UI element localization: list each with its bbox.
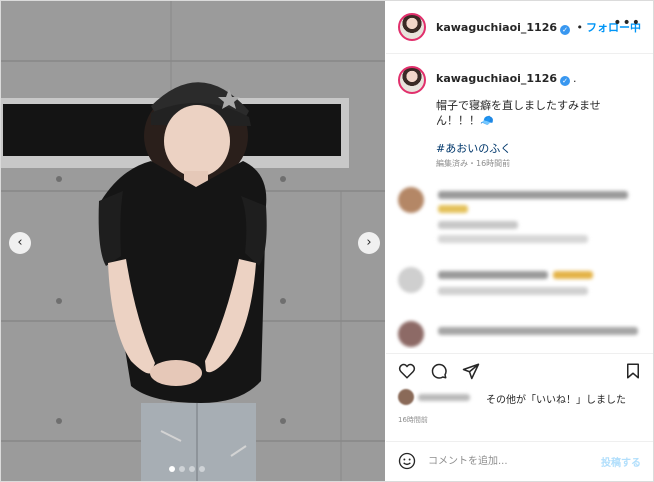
comment-icon[interactable] bbox=[430, 362, 448, 380]
list-item bbox=[398, 187, 643, 243]
likes-summary[interactable]: その他が「いいね！」しました bbox=[398, 389, 648, 407]
carousel-dot bbox=[189, 466, 195, 472]
chevron-right-icon: › bbox=[366, 235, 372, 250]
avatar[interactable] bbox=[398, 66, 426, 94]
avatar[interactable] bbox=[398, 267, 424, 293]
comment-input[interactable] bbox=[428, 452, 578, 470]
post-photo[interactable]: ‹ › bbox=[1, 1, 385, 481]
share-icon[interactable] bbox=[462, 362, 480, 380]
avatar[interactable] bbox=[398, 321, 424, 347]
instagram-post-embed: ‹ › kawaguchiaoi_1126 ✓ • フォロー中 ••• kawagu… bbox=[0, 0, 654, 482]
comments-list[interactable] bbox=[386, 181, 653, 349]
comment-composer: 投稿する bbox=[386, 441, 653, 481]
carousel-indicator bbox=[169, 466, 205, 472]
caption-text: 帽子で寝癖を直しましたすみません！！！🧢 bbox=[436, 99, 601, 127]
emoji-icon[interactable] bbox=[398, 452, 416, 470]
avatar[interactable] bbox=[398, 187, 424, 213]
separator: • bbox=[576, 21, 584, 34]
list-item bbox=[398, 267, 643, 323]
username-link[interactable]: kawaguchiaoi_1126 bbox=[436, 21, 557, 34]
list-item bbox=[398, 321, 643, 349]
caption-user: kawaguchiaoi_1126 ✓. bbox=[436, 72, 577, 86]
avatar[interactable] bbox=[398, 13, 426, 41]
chevron-left-icon: ‹ bbox=[17, 235, 23, 250]
username-link[interactable]: kawaguchiaoi_1126 bbox=[436, 72, 557, 85]
more-horizontal-icon[interactable]: ••• bbox=[613, 15, 641, 31]
carousel-dot bbox=[199, 466, 205, 472]
carousel-dot bbox=[179, 466, 185, 472]
post-header: kawaguchiaoi_1126 ✓ • フォロー中 ••• bbox=[386, 1, 653, 54]
liker-name bbox=[418, 394, 470, 401]
likes-text: その他が「いいね！」しました bbox=[486, 395, 626, 406]
carousel-prev-button[interactable]: ‹ bbox=[9, 232, 31, 254]
carousel-next-button[interactable]: › bbox=[358, 232, 380, 254]
caption-suffix: . bbox=[573, 72, 577, 85]
avatar bbox=[398, 389, 414, 405]
verified-badge-icon: ✓ bbox=[560, 25, 571, 35]
carousel-dot bbox=[169, 466, 175, 472]
verified-badge-icon: ✓ bbox=[560, 76, 571, 86]
post-caption: kawaguchiaoi_1126 ✓. 帽子で寝癖を直しましたすみません！！！🧢… bbox=[386, 54, 653, 174]
post-comment-button[interactable]: 投稿する bbox=[601, 454, 641, 469]
header-user: kawaguchiaoi_1126 ✓ • フォロー中 bbox=[436, 19, 641, 35]
post-actions bbox=[386, 353, 653, 386]
photo-illustration bbox=[1, 1, 385, 481]
caption-meta: 編集済み・16時間前 bbox=[436, 159, 511, 168]
heart-icon[interactable] bbox=[398, 362, 416, 380]
bookmark-icon[interactable] bbox=[624, 362, 642, 380]
post-timestamp[interactable]: 16時間前 bbox=[398, 415, 428, 425]
post-sidebar: kawaguchiaoi_1126 ✓ • フォロー中 ••• kawaguchia… bbox=[386, 1, 653, 481]
hashtag-link[interactable]: #あおいのふく bbox=[436, 140, 511, 156]
